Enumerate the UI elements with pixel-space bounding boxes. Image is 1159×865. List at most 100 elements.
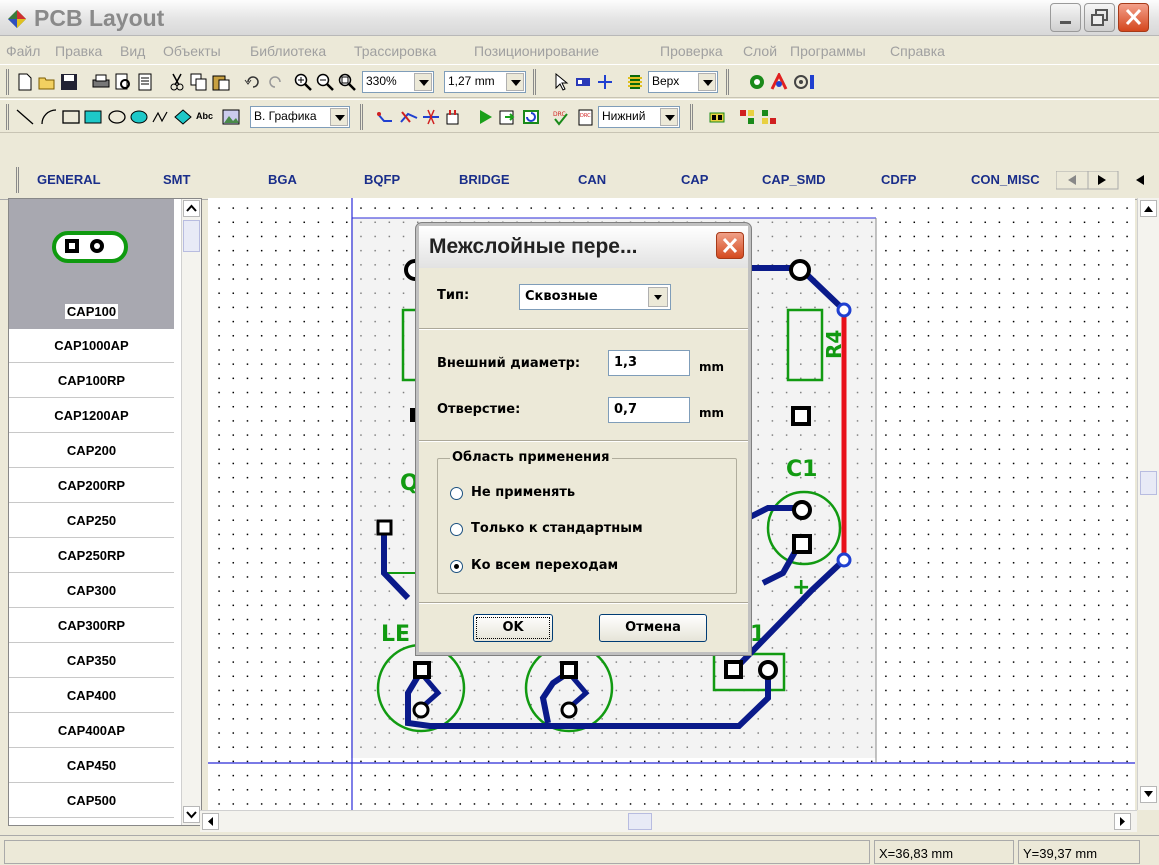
drc-report-icon[interactable]: DRC — [576, 108, 594, 126]
polygon-icon[interactable] — [174, 108, 192, 126]
pad[interactable] — [376, 519, 393, 536]
library-item[interactable]: CAP1000AP — [9, 329, 174, 363]
option-none-label[interactable]: Не применять — [471, 485, 575, 500]
cut-icon[interactable] — [168, 73, 186, 91]
library-item[interactable]: CAP350 — [9, 644, 174, 678]
filled-circle-icon[interactable] — [130, 108, 148, 126]
library-scrollbar[interactable] — [181, 199, 201, 825]
filled-rectangle-icon[interactable] — [84, 108, 102, 126]
maximize-button[interactable] — [1084, 3, 1115, 32]
chip2-icon[interactable] — [760, 108, 778, 126]
library-item[interactable]: CAP500 — [9, 784, 174, 818]
pad[interactable] — [792, 534, 812, 554]
paste-icon[interactable] — [212, 73, 230, 91]
option-standard-radio[interactable] — [450, 523, 463, 536]
overflow-icon[interactable] — [810, 73, 818, 91]
lib-tab-cdfp[interactable]: CDFP — [881, 172, 916, 187]
print-icon[interactable] — [92, 73, 110, 91]
scroll-up-button[interactable] — [183, 200, 200, 217]
zoom-out-icon[interactable] — [316, 73, 334, 91]
via[interactable] — [836, 552, 852, 568]
grid-select[interactable]: 1,27 mm — [444, 71, 526, 93]
pad[interactable] — [789, 259, 811, 281]
type-select[interactable]: Сквозные — [519, 284, 671, 310]
redo-icon[interactable] — [266, 73, 284, 91]
option-all-label[interactable]: Ко всем переходам — [471, 558, 618, 573]
library-item[interactable]: CAP100RP — [9, 364, 174, 398]
autoroute-icon[interactable] — [400, 108, 418, 126]
menu-programs[interactable]: Программы — [790, 43, 866, 59]
option-none-radio[interactable] — [450, 487, 463, 500]
print-preview-icon[interactable] — [114, 73, 132, 91]
pad[interactable] — [412, 701, 430, 719]
library-item[interactable]: CAP300 — [9, 574, 174, 608]
undo-icon[interactable] — [244, 73, 262, 91]
menu-edit[interactable]: Правка — [55, 43, 102, 59]
pad[interactable] — [792, 500, 812, 520]
minimize-button[interactable] — [1050, 3, 1081, 32]
library-item[interactable]: CAP250RP — [9, 539, 174, 573]
polyline-icon[interactable] — [152, 108, 170, 126]
footprint-icon[interactable] — [708, 108, 726, 126]
arc-icon[interactable] — [40, 108, 58, 126]
net-icon[interactable] — [444, 108, 462, 126]
option-standard-label[interactable]: Только к стандартным — [471, 521, 643, 536]
via[interactable] — [836, 302, 852, 318]
scroll-down-button[interactable] — [183, 806, 200, 823]
line-icon[interactable] — [16, 108, 34, 126]
save-icon[interactable] — [60, 73, 78, 91]
lib-tab-con-misc[interactable]: CON_MISC — [971, 172, 1040, 187]
scroll-thumb[interactable] — [183, 220, 200, 252]
cut-trace-icon[interactable] — [422, 108, 440, 126]
graphics-mode-select[interactable]: В. Графика — [250, 106, 350, 128]
canvas-scroll-right[interactable] — [1114, 813, 1131, 830]
zoom-select[interactable]: 330% — [362, 71, 434, 93]
lib-tab-bridge[interactable]: BRIDGE — [459, 172, 510, 187]
menu-placement[interactable]: Позиционирование — [474, 43, 599, 59]
library-item[interactable]: CAP400AP — [9, 714, 174, 748]
lib-tab-smt[interactable]: SMT — [163, 172, 190, 187]
ok-button[interactable]: OK — [473, 614, 553, 642]
pad[interactable] — [560, 661, 578, 679]
menu-library[interactable]: Библиотека — [250, 43, 326, 59]
zoom-in-icon[interactable] — [294, 73, 312, 91]
pad[interactable] — [791, 406, 811, 426]
pad[interactable] — [413, 661, 431, 679]
cancel-button[interactable]: Отмена — [599, 614, 707, 642]
canvas-hscroll-thumb[interactable] — [628, 813, 652, 830]
outer-diameter-input[interactable]: 1,3 — [608, 350, 690, 376]
canvas-scroll-up[interactable] — [1140, 200, 1157, 217]
canvas-vscrollbar[interactable] — [1137, 198, 1159, 810]
pointer-icon[interactable] — [552, 73, 570, 91]
copy-icon[interactable] — [190, 73, 208, 91]
menu-check[interactable]: Проверка — [660, 43, 723, 59]
zoom-fit-icon[interactable] — [338, 73, 356, 91]
layer-select-top[interactable]: Верх — [648, 71, 718, 93]
play-icon[interactable] — [476, 108, 494, 126]
canvas-vscroll-thumb[interactable] — [1140, 471, 1157, 495]
menu-file[interactable]: Файл — [6, 43, 40, 59]
tab-scroll-controls[interactable] — [1056, 171, 1154, 191]
hole-input[interactable]: 0,7 — [608, 397, 690, 423]
pad-icon[interactable] — [748, 73, 766, 91]
library-item[interactable]: CAP200RP — [9, 469, 174, 503]
menu-layer[interactable]: Слой — [743, 43, 777, 59]
open-folder-icon[interactable] — [38, 73, 56, 91]
lib-tab-bqfp[interactable]: BQFP — [364, 172, 400, 187]
drc-check-icon[interactable]: DRC — [552, 108, 570, 126]
dialog-close-button[interactable] — [716, 232, 744, 259]
refresh-icon[interactable] — [522, 108, 540, 126]
canvas-scroll-down[interactable] — [1140, 786, 1157, 803]
canvas-hscrollbar[interactable] — [200, 810, 1137, 832]
route-icon[interactable] — [770, 73, 788, 91]
option-all-radio[interactable] — [450, 560, 463, 573]
text-tool-button[interactable]: Abc — [196, 111, 213, 121]
rectangle-icon[interactable] — [62, 108, 80, 126]
close-button[interactable] — [1118, 3, 1149, 32]
crosshair-icon[interactable] — [596, 73, 614, 91]
image-icon[interactable] — [222, 108, 240, 126]
export-icon[interactable] — [498, 108, 516, 126]
menu-routing[interactable]: Трассировка — [354, 43, 436, 59]
menu-objects[interactable]: Объекты — [163, 43, 221, 59]
trace-icon[interactable] — [376, 108, 394, 126]
